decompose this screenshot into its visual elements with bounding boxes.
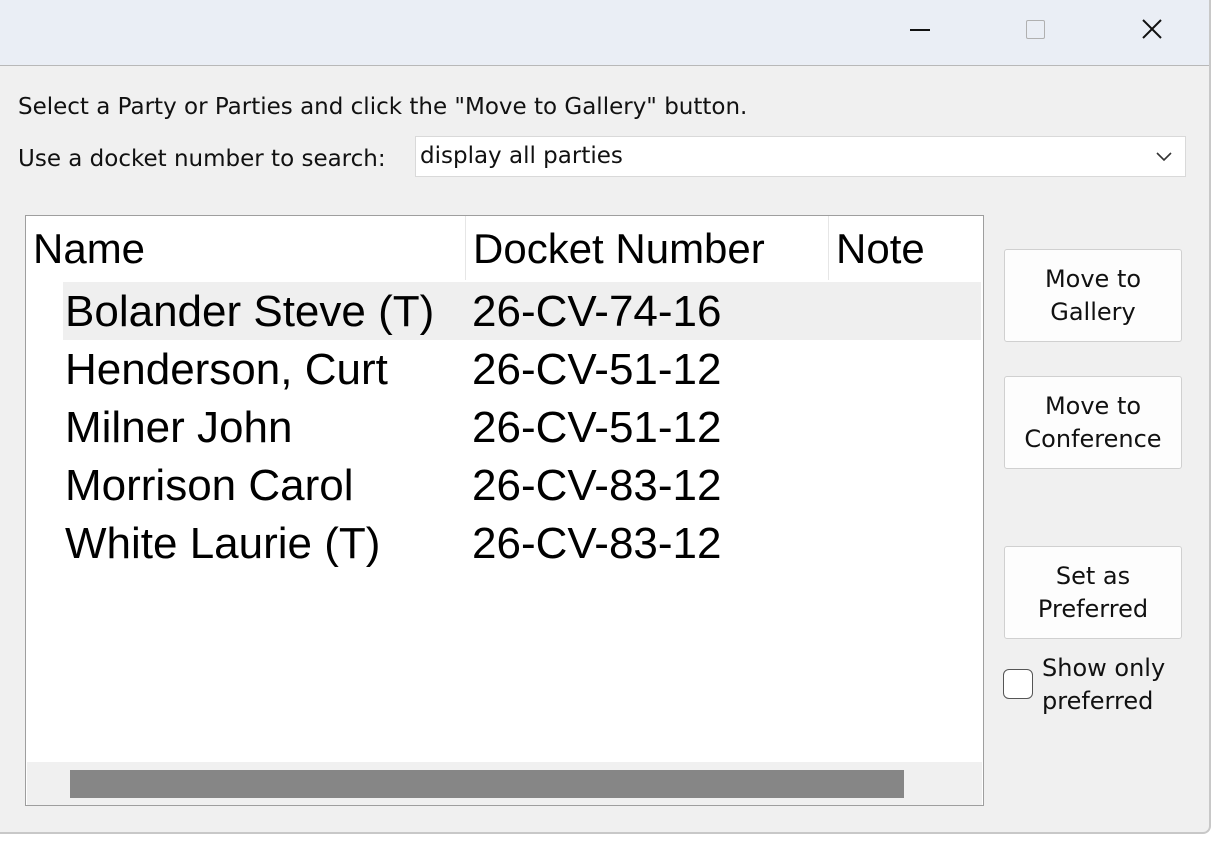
maximize-button[interactable] bbox=[1007, 0, 1063, 58]
chevron-down-icon bbox=[1156, 152, 1172, 162]
table-row[interactable]: Milner John 26-CV-51-12 bbox=[63, 398, 981, 456]
move-to-conference-label: Move to Conference bbox=[1024, 391, 1162, 453]
party-name: White Laurie (T) bbox=[65, 519, 381, 568]
move-to-gallery-button[interactable]: Move to Gallery bbox=[1004, 249, 1182, 342]
table-row[interactable]: White Laurie (T) 26-CV-83-12 bbox=[63, 514, 981, 572]
docket-search-value: display all parties bbox=[420, 143, 623, 169]
instructions-text: Select a Party or Parties and click the … bbox=[18, 94, 748, 120]
close-button[interactable] bbox=[1124, 0, 1180, 58]
set-as-preferred-label: Set as Preferred bbox=[1037, 561, 1149, 623]
docket-number: 26-CV-51-12 bbox=[472, 403, 722, 452]
docket-number: 26-CV-83-12 bbox=[472, 461, 722, 510]
table-row[interactable]: Henderson, Curt 26-CV-51-12 bbox=[63, 340, 981, 398]
horizontal-scrollbar[interactable] bbox=[27, 762, 982, 805]
column-header-note[interactable]: Note bbox=[829, 216, 983, 280]
docket-number: 26-CV-83-12 bbox=[472, 519, 722, 568]
show-only-preferred-checkbox[interactable] bbox=[1003, 669, 1033, 699]
move-to-gallery-label: Move to Gallery bbox=[1044, 264, 1142, 326]
party-name: Bolander Steve (T) bbox=[65, 287, 435, 336]
table-row[interactable]: Bolander Steve (T) 26-CV-74-16 bbox=[63, 282, 981, 340]
docket-search-dropdown[interactable]: display all parties bbox=[415, 136, 1186, 177]
party-name: Morrison Carol bbox=[65, 461, 354, 510]
party-name: Henderson, Curt bbox=[65, 345, 388, 394]
title-bar bbox=[0, 0, 1209, 66]
scrollbar-thumb[interactable] bbox=[70, 770, 904, 798]
docket-number: 26-CV-74-16 bbox=[472, 287, 722, 336]
column-header-docket-number[interactable]: Docket Number bbox=[466, 216, 829, 280]
party-list[interactable]: Name Docket Number Note Bolander Steve (… bbox=[25, 215, 984, 806]
column-header-name[interactable]: Name bbox=[26, 216, 466, 280]
party-name: Milner John bbox=[65, 403, 293, 452]
docket-search-label: Use a docket number to search: bbox=[18, 146, 386, 172]
minimize-button[interactable] bbox=[892, 0, 948, 58]
minimize-icon bbox=[910, 29, 930, 31]
close-icon bbox=[1142, 19, 1162, 39]
background-strip bbox=[0, 834, 1214, 841]
maximize-icon bbox=[1025, 19, 1045, 39]
table-row[interactable]: Morrison Carol 26-CV-83-12 bbox=[63, 456, 981, 514]
move-to-conference-button[interactable]: Move to Conference bbox=[1004, 376, 1182, 469]
party-selection-window: Select a Party or Parties and click the … bbox=[0, 0, 1211, 834]
show-only-preferred-label[interactable]: Show only preferred bbox=[1042, 652, 1192, 718]
docket-number: 26-CV-51-12 bbox=[472, 345, 722, 394]
set-as-preferred-button[interactable]: Set as Preferred bbox=[1004, 546, 1182, 639]
